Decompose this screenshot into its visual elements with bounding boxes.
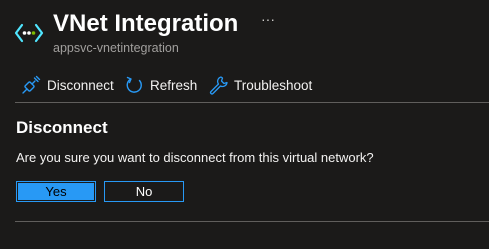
page-title: VNet Integration [53, 10, 239, 37]
refresh-button[interactable]: Refresh [123, 74, 197, 96]
refresh-icon [123, 74, 145, 96]
no-button[interactable]: No [104, 181, 184, 202]
disconnect-confirmation-dialog: Disconnect Are you sure you want to disc… [15, 104, 489, 220]
title-block: VNet Integration appsvc-vnetintegration [53, 9, 238, 56]
dialog-title: Disconnect [16, 118, 108, 137]
vnet-integration-icon [14, 22, 44, 44]
disconnect-label: Disconnect [47, 77, 114, 93]
refresh-label: Refresh [150, 77, 198, 93]
disconnect-plug-icon [20, 74, 42, 96]
page-header: VNet Integration appsvc-vnetintegration … [0, 0, 489, 64]
dialog-divider [15, 221, 489, 222]
more-options-button[interactable]: ··· [258, 12, 278, 30]
command-bar: Disconnect Refresh Troubleshoot [0, 70, 489, 100]
dialog-message: Are you sure you want to disconnect from… [16, 150, 374, 165]
troubleshoot-label: Troubleshoot [234, 77, 313, 93]
page-subtitle: appsvc-vnetintegration [53, 41, 179, 55]
vnet-integration-page: VNet Integration appsvc-vnetintegration … [0, 0, 489, 249]
disconnect-button[interactable]: Disconnect [20, 74, 114, 96]
wrench-icon [207, 74, 229, 96]
troubleshoot-button[interactable]: Troubleshoot [207, 74, 312, 96]
yes-button[interactable]: Yes [16, 181, 96, 202]
toolbar-divider [15, 102, 489, 103]
